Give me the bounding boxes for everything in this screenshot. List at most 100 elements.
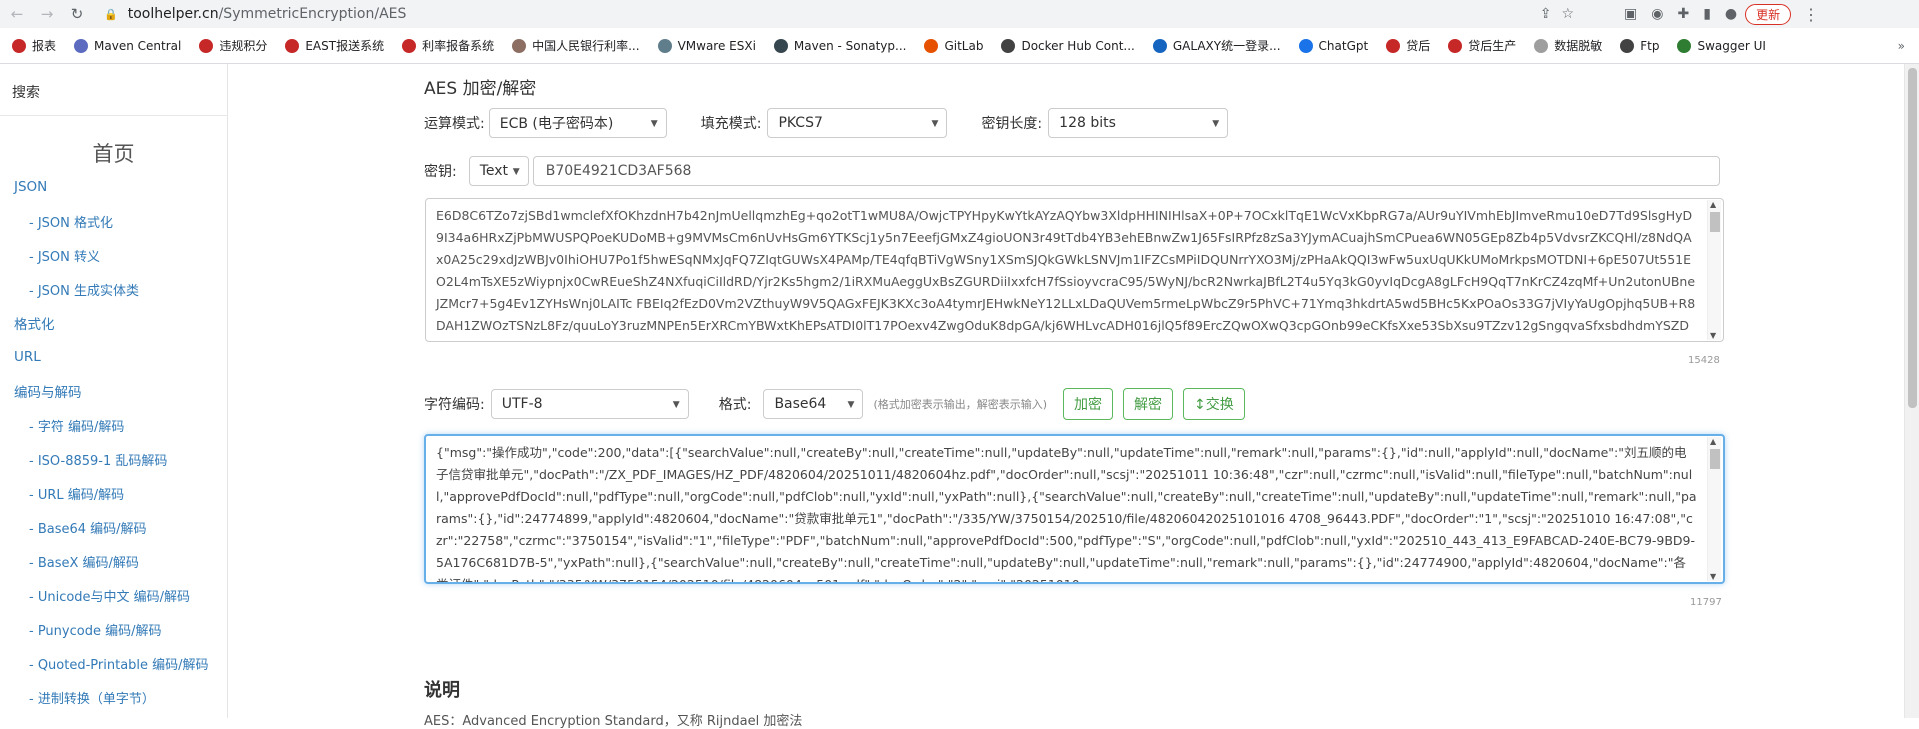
url-path: /SymmetricEncryption/AES — [218, 6, 407, 22]
sidebar-item[interactable]: - Unicode与中文 编码/解码 — [0, 578, 227, 612]
vpn-icon[interactable]: ◉ — [1651, 6, 1663, 22]
padding-select[interactable]: PKCS7 ▼ — [767, 108, 948, 138]
bookmark-label: ChatGpt — [1318, 38, 1369, 53]
mode-select-value: ECB (电子密码本) — [499, 116, 614, 132]
bookmark-favicon-icon — [199, 38, 214, 53]
sidebar-item[interactable]: - JSON 生成实体类 — [0, 272, 227, 306]
address-bar[interactable]: 🔒 toolhelper.cn /SymmetricEncryption/AES… — [104, 2, 1584, 26]
cipher-scrollbar[interactable]: ▲ ▼ — [1707, 200, 1721, 340]
profile-avatar[interactable]: ● — [1725, 6, 1737, 22]
bookmark-label: Ftp — [1640, 38, 1660, 53]
bookmark-item[interactable]: Docker Hub Cont... — [1001, 38, 1135, 53]
bookmarks-overflow-icon[interactable]: » — [1898, 39, 1905, 53]
bookmark-label: 数据脱敏 — [1554, 39, 1603, 53]
bookmark-favicon-icon — [74, 38, 89, 53]
sidebar-item[interactable]: JSON — [0, 170, 227, 204]
bookmark-favicon-icon — [1001, 38, 1016, 53]
format-hint: (格式加密表示输出，解密表示输入) — [873, 398, 1048, 411]
sidebar-item[interactable]: - Quoted-Printable 编码/解码 — [0, 646, 227, 680]
key-type-select[interactable]: Text ▼ — [468, 156, 529, 186]
decrypt-button[interactable]: 解密 — [1123, 388, 1174, 420]
cipher-textarea[interactable]: E6D8C6TZo7zjSBd1wmclefXfOKhzdnH7b42nJmUe… — [425, 198, 1724, 342]
bookmark-item[interactable]: EAST报送系统 — [285, 37, 384, 54]
bookmark-label: 利率报备系统 — [422, 39, 495, 53]
bookmark-item[interactable]: Maven - Sonatyp... — [773, 38, 907, 53]
format-select-value: Base64 — [774, 396, 827, 412]
bookmark-star-icon[interactable]: ☆ — [1561, 6, 1574, 22]
scroll-down-icon[interactable]: ▼ — [1710, 572, 1716, 581]
update-button[interactable]: 更新 — [1745, 3, 1792, 25]
key-type-value: Text — [479, 163, 509, 179]
sidebar-search-link[interactable]: 搜索 — [0, 64, 227, 116]
bookmark-item[interactable]: ChatGpt — [1298, 38, 1369, 53]
bookmark-favicon-icon — [1448, 38, 1463, 53]
bookmark-item[interactable]: GitLab — [924, 38, 984, 53]
lock-icon[interactable]: 🔒 — [104, 8, 118, 21]
scroll-thumb[interactable] — [1710, 449, 1720, 469]
sidebar-item[interactable]: - Base64 编码/解码 — [0, 510, 227, 544]
sidebar-item[interactable]: 格式化 — [0, 306, 227, 340]
extension-icon[interactable]: ▣ — [1624, 6, 1637, 22]
sidebar-item[interactable]: - Punycode 编码/解码 — [0, 612, 227, 646]
sidebar-item[interactable]: - JSON 格式化 — [0, 204, 227, 238]
bookmark-item[interactable]: 中国人民银行利率... — [512, 37, 640, 54]
plain-textarea[interactable]: {"msg":"操作成功","code":200,"data":[{"searc… — [424, 434, 1725, 584]
charset-select-value: UTF-8 — [501, 396, 543, 412]
share-icon[interactable]: ⇪ — [1540, 6, 1552, 22]
bookmarks-bar: 报表 Maven Central 违规积分 EAST报送系统 利率报备系统 中国人民银行利… — [0, 28, 1919, 64]
bookmark-label: 报表 — [32, 39, 57, 53]
bookmark-item[interactable]: Swagger UI — [1677, 38, 1766, 53]
bookmark-item[interactable]: 违规积分 — [199, 37, 267, 54]
scroll-thumb[interactable] — [1710, 212, 1720, 232]
bookmark-favicon-icon — [512, 38, 527, 53]
sidebar-item[interactable]: - 字符 编码/解码 — [0, 408, 227, 442]
section-title: 说明 — [424, 680, 460, 701]
menu-icon[interactable]: ⋮ — [1803, 5, 1819, 24]
bookmark-label: GitLab — [944, 38, 984, 53]
chevron-down-icon: ▼ — [672, 400, 680, 410]
bookmark-label: Maven - Sonatyp... — [793, 38, 907, 53]
plain-scrollbar[interactable]: ▲ ▼ — [1707, 437, 1721, 581]
page-scrollbar[interactable] — [1904, 64, 1919, 718]
charset-select[interactable]: UTF-8 ▼ — [490, 389, 689, 419]
bookmark-item[interactable]: Ftp — [1620, 38, 1660, 53]
bookmark-label: GALAXY统一登录... — [1172, 39, 1281, 53]
cipher-char-count: 15428 — [1688, 355, 1720, 366]
page-scroll-thumb[interactable] — [1908, 68, 1917, 408]
bookmark-item[interactable]: VMware ESXi — [657, 38, 756, 53]
bookmark-item[interactable]: 数据脱敏 — [1534, 37, 1602, 54]
scroll-up-icon[interactable]: ▲ — [1710, 200, 1716, 209]
sidepanel-icon[interactable]: ▮ — [1703, 6, 1711, 22]
mode-label: 运算模式: — [424, 116, 485, 132]
bookmark-label: Swagger UI — [1697, 38, 1766, 53]
chevron-down-icon: ▼ — [847, 400, 855, 410]
scroll-down-icon[interactable]: ▼ — [1710, 331, 1716, 340]
sidebar-item[interactable]: - 进制转换（单字节） — [0, 680, 227, 714]
mode-select[interactable]: ECB (电子密码本) ▼ — [488, 108, 667, 138]
sidebar-item[interactable]: - ISO-8859-1 乱码解码 — [0, 442, 227, 476]
bookmark-item[interactable]: Maven Central — [74, 38, 181, 53]
sidebar-item[interactable]: - JSON 转义 — [0, 238, 227, 272]
key-input[interactable]: B70E4921CD3AF568 — [532, 156, 1720, 186]
forward-icon[interactable]: → — [34, 1, 60, 27]
bookmark-item[interactable]: 贷后生产 — [1448, 37, 1516, 54]
format-select[interactable]: Base64 ▼ — [763, 389, 864, 419]
swap-button[interactable]: ↕交换 — [1183, 388, 1245, 420]
sidebar-home-title[interactable]: 首页 — [0, 138, 227, 170]
bookmark-item[interactable]: 利率报备系统 — [402, 37, 494, 54]
bookmark-item[interactable]: 贷后 — [1386, 37, 1430, 54]
chevron-down-icon: ▼ — [931, 119, 939, 129]
sidebar-item[interactable]: URL — [0, 340, 227, 374]
sidebar-item[interactable]: - BaseX 编码/解码 — [0, 544, 227, 578]
sidebar-item[interactable]: 编码与解码 — [0, 374, 227, 408]
sidebar-item[interactable]: - URL 编码/解码 — [0, 476, 227, 510]
keylen-select[interactable]: 128 bits ▼ — [1048, 108, 1229, 138]
encrypt-button[interactable]: 加密 — [1063, 388, 1114, 420]
bookmark-item[interactable]: GALAXY统一登录... — [1152, 37, 1281, 54]
bookmark-label: 中国人民银行利率... — [532, 39, 640, 53]
bookmark-item[interactable]: 报表 — [12, 37, 56, 54]
puzzle-icon[interactable]: ✚ — [1677, 6, 1689, 22]
reload-icon[interactable]: ↻ — [64, 1, 90, 27]
scroll-up-icon[interactable]: ▲ — [1710, 437, 1716, 446]
back-icon[interactable]: ← — [4, 1, 30, 27]
